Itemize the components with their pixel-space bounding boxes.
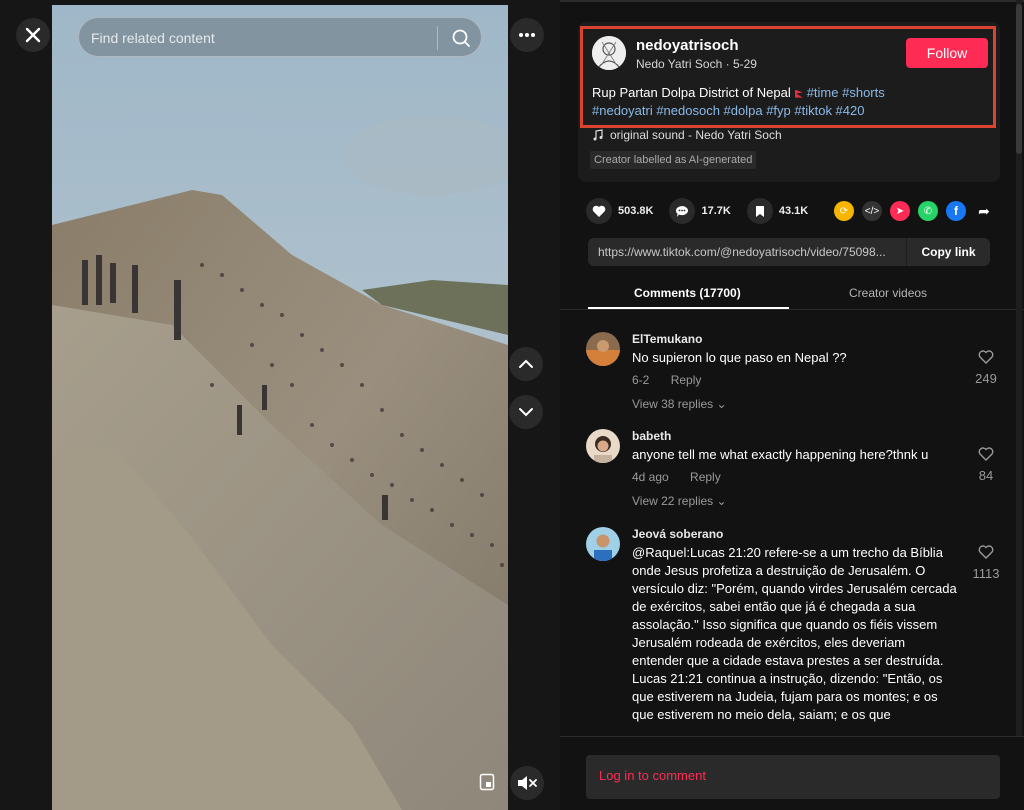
details-panel: nedoyatrisoch Nedo Yatri Soch · 5-29 Fol… bbox=[560, 0, 1024, 810]
comment-text: @Raquel:Lucas 21:20 refere-se a um trech… bbox=[632, 545, 957, 722]
commenter-name[interactable]: ElTemukano bbox=[632, 332, 702, 346]
video-player[interactable] bbox=[52, 5, 508, 810]
video-frame bbox=[52, 5, 508, 810]
engagement-bar: 503.8K 17.7K 43.1K bbox=[586, 198, 824, 224]
save-action[interactable]: 43.1K bbox=[746, 198, 809, 224]
whatsapp-icon[interactable]: ✆ bbox=[918, 201, 938, 221]
comment-action[interactable]: 17.7K bbox=[669, 198, 731, 224]
speaker-muted-icon bbox=[518, 776, 537, 790]
like-action[interactable]: 503.8K bbox=[586, 198, 653, 224]
comment-text: anyone tell me what exactly happening he… bbox=[632, 447, 929, 462]
embed-icon[interactable]: </> bbox=[862, 201, 882, 221]
commenter-avatar[interactable] bbox=[586, 429, 620, 463]
close-icon bbox=[25, 27, 41, 43]
next-video-button[interactable] bbox=[509, 395, 543, 429]
chevron-down-icon bbox=[519, 408, 533, 417]
commenter-avatar[interactable] bbox=[586, 527, 620, 561]
tab-creator-videos[interactable]: Creator videos bbox=[849, 286, 927, 300]
heart-outline-icon bbox=[978, 350, 994, 364]
search-bar bbox=[78, 17, 482, 57]
commenter-avatar[interactable] bbox=[586, 332, 620, 366]
login-to-comment-button[interactable]: Log in to comment bbox=[586, 755, 1000, 799]
heart-outline-icon bbox=[978, 545, 994, 559]
picture-in-picture-button[interactable] bbox=[476, 771, 498, 793]
tab-comments[interactable]: Comments (17700) bbox=[634, 286, 741, 300]
mute-button[interactable] bbox=[510, 766, 544, 800]
repost-icon[interactable]: ⟳ bbox=[834, 201, 854, 221]
top-border bbox=[560, 0, 1024, 2]
share-url[interactable]: https://www.tiktok.com/@nedoyatrisoch/vi… bbox=[598, 245, 908, 259]
login-to-comment-label: Log in to comment bbox=[599, 768, 706, 783]
close-button[interactable] bbox=[16, 18, 50, 52]
facebook-icon[interactable]: f bbox=[946, 201, 966, 221]
share-arrow-icon[interactable]: ➦ bbox=[974, 201, 994, 221]
panel-tabs: Comments (17700) Creator videos bbox=[560, 278, 1024, 310]
comment-like-button[interactable]: 84 bbox=[966, 447, 1006, 483]
avatar-image bbox=[586, 332, 620, 366]
bookmark-icon bbox=[755, 205, 764, 217]
more-dots-icon bbox=[519, 33, 535, 37]
more-options-button[interactable] bbox=[510, 18, 544, 52]
chevron-down-icon: ⌄ bbox=[716, 397, 727, 411]
comment-text: No supieron lo que paso en Nepal ?? bbox=[632, 350, 847, 365]
tiktok-viewer: nedoyatrisoch Nedo Yatri Soch · 5-29 Fol… bbox=[0, 0, 1024, 810]
chevron-down-icon: ⌄ bbox=[716, 494, 727, 508]
comment-icon bbox=[676, 205, 689, 217]
highlight-box bbox=[580, 26, 996, 128]
commenter-name[interactable]: babeth bbox=[632, 429, 671, 443]
view-replies-button[interactable]: View 22 replies ⌄ bbox=[632, 494, 727, 508]
view-replies-label: View 38 replies bbox=[632, 397, 714, 411]
comment-footer: Log in to comment bbox=[560, 736, 1024, 810]
avatar-image bbox=[586, 527, 620, 561]
comment-meta: 4d ago Reply bbox=[632, 470, 739, 484]
sound-name: original sound - Nedo Yatri Soch bbox=[610, 128, 782, 142]
ai-generated-badge: Creator labelled as AI-generated bbox=[590, 151, 757, 169]
previous-video-button[interactable] bbox=[509, 347, 543, 381]
video-pane bbox=[0, 0, 560, 810]
comment-date: 4d ago bbox=[632, 470, 669, 484]
comments-list: ElTemukano No supieron lo que paso en Ne… bbox=[560, 318, 1024, 736]
scrollbar-thumb[interactable] bbox=[1016, 4, 1022, 154]
comment-like-button[interactable]: 1113 bbox=[966, 545, 1006, 581]
comment-date: 6-2 bbox=[632, 373, 650, 387]
comment-like-count: 1113 bbox=[972, 566, 1000, 581]
reply-button[interactable]: Reply bbox=[671, 373, 702, 387]
search-button[interactable] bbox=[449, 26, 473, 50]
music-note-icon bbox=[593, 129, 603, 141]
comment-count: 17.7K bbox=[701, 205, 731, 217]
comment-like-button[interactable]: 249 bbox=[966, 350, 1006, 386]
comment-like-count: 249 bbox=[975, 371, 997, 386]
active-tab-indicator bbox=[588, 307, 789, 309]
view-replies-button[interactable]: View 38 replies ⌄ bbox=[632, 397, 727, 411]
avatar-image bbox=[586, 429, 620, 463]
search-divider bbox=[437, 26, 438, 50]
search-icon bbox=[452, 29, 470, 47]
save-count: 43.1K bbox=[778, 205, 809, 217]
pip-icon bbox=[479, 773, 495, 791]
like-count: 503.8K bbox=[618, 205, 654, 217]
comment-meta: 6-2 Reply bbox=[632, 373, 719, 387]
share-options: ⟳ </> ➤ ✆ f ➦ bbox=[834, 201, 994, 221]
copy-link-button[interactable]: Copy link bbox=[906, 238, 990, 266]
chevron-up-icon bbox=[519, 359, 533, 368]
search-input[interactable] bbox=[91, 27, 431, 49]
comment-like-count: 84 bbox=[978, 468, 994, 483]
view-replies-label: View 22 replies bbox=[632, 494, 714, 508]
send-icon[interactable]: ➤ bbox=[890, 201, 910, 221]
heart-outline-icon bbox=[978, 447, 994, 461]
share-link-box: https://www.tiktok.com/@nedoyatrisoch/vi… bbox=[588, 238, 990, 266]
heart-icon bbox=[592, 205, 606, 217]
sound-link[interactable]: original sound - Nedo Yatri Soch bbox=[592, 128, 782, 142]
commenter-name[interactable]: Jeová soberano bbox=[632, 527, 723, 541]
reply-button[interactable]: Reply bbox=[690, 470, 721, 484]
